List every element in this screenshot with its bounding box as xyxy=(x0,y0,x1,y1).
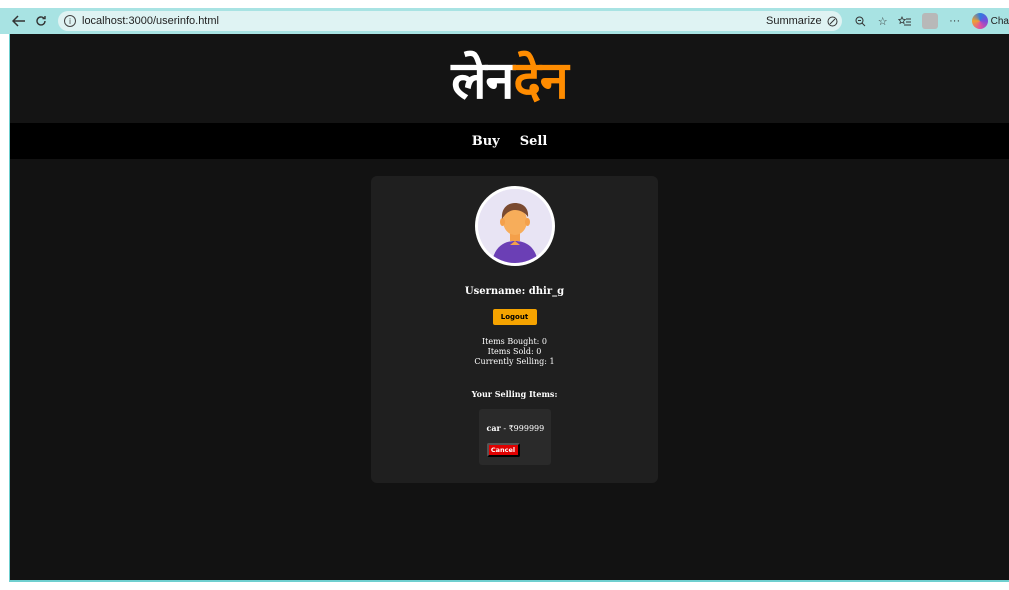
site-header: लेनदेन xyxy=(10,34,1009,123)
more-options-icon[interactable]: ··· xyxy=(948,14,962,28)
logo-part-1: लेन xyxy=(451,51,514,111)
selling-item-card: car - ₹999999 Cancel xyxy=(478,409,551,465)
selling-items-heading: Your Selling Items: xyxy=(471,389,558,399)
browser-toolbar: i localhost:3000/userinfo.html Summarize… xyxy=(0,8,1009,34)
user-info-card: Username: dhir_g Logout Items Bought: 0 … xyxy=(371,176,658,483)
items-bought-stat: Items Bought: 0 xyxy=(481,337,547,346)
copilot-button[interactable]: Cha xyxy=(971,13,1009,29)
site-nav: Buy Sell xyxy=(10,123,1009,159)
refresh-icon[interactable] xyxy=(30,10,52,32)
user-avatar-icon xyxy=(477,189,552,263)
nav-sell-link[interactable]: Sell xyxy=(520,134,548,149)
back-icon[interactable] xyxy=(8,10,30,32)
currently-selling-stat: Currently Selling: 1 xyxy=(474,357,555,366)
page-content: लेनदेन Buy Sell Username: dhir_g Logout … xyxy=(9,34,1009,582)
logout-button[interactable]: Logout xyxy=(492,309,537,325)
favorites-list-icon[interactable] xyxy=(898,14,912,28)
item-name: car xyxy=(486,423,501,433)
logo-part-2: देन xyxy=(513,51,568,111)
summarize-label: Summarize xyxy=(766,15,822,27)
site-logo[interactable]: लेनदेन xyxy=(451,43,569,114)
nav-buy-link[interactable]: Buy xyxy=(472,134,500,149)
user-stats: Items Bought: 0 Items Sold: 0 Currently … xyxy=(474,337,554,367)
item-price: ₹999999 xyxy=(508,424,545,433)
selling-item-text: car - ₹999999 xyxy=(486,423,545,433)
url-text[interactable]: localhost:3000/userinfo.html xyxy=(82,15,219,27)
address-bar[interactable]: i localhost:3000/userinfo.html xyxy=(58,11,842,31)
cancel-listing-button[interactable]: Cancel xyxy=(486,443,520,457)
info-icon[interactable]: i xyxy=(64,15,76,27)
summarize-icon xyxy=(826,14,840,28)
favorite-star-icon[interactable]: ☆ xyxy=(876,14,890,28)
copilot-icon xyxy=(971,13,988,29)
items-sold-stat: Items Sold: 0 xyxy=(487,347,542,356)
zoom-icon[interactable] xyxy=(854,14,868,28)
copilot-label: Cha xyxy=(990,15,1009,27)
profile-avatar-icon[interactable] xyxy=(921,13,938,29)
username-label: Username: dhir_g xyxy=(464,286,565,297)
profile-picture xyxy=(474,186,555,266)
summarize-button[interactable]: Summarize xyxy=(766,14,844,28)
